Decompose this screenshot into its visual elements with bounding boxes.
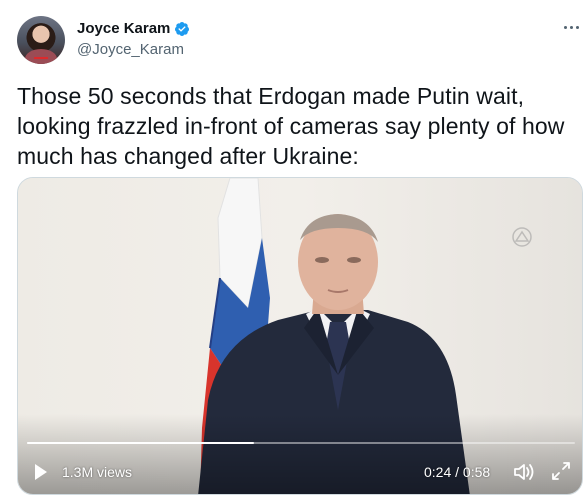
author-handle[interactable]: @Joyce_Karam: [77, 41, 184, 58]
fullscreen-icon[interactable]: [551, 461, 571, 481]
play-icon[interactable]: [34, 463, 48, 481]
controls-overlay: [18, 414, 582, 494]
avatar[interactable]: [17, 16, 65, 64]
author-display-name[interactable]: Joyce Karam: [77, 20, 170, 37]
view-count: 1.3M views: [62, 464, 133, 480]
more-options-icon[interactable]: [560, 20, 582, 34]
video-progress-fill: [27, 442, 254, 444]
video-player[interactable]: 1.3M views 0:24 / 0:58: [17, 177, 583, 495]
avatar-tag: [34, 57, 48, 59]
video-progress-bar[interactable]: [27, 442, 575, 444]
volume-icon[interactable]: [513, 462, 535, 482]
video-time: 0:24 / 0:58: [424, 464, 491, 480]
tweet-text: Those 50 seconds that Erdogan made Putin…: [17, 83, 565, 169]
verified-badge-icon: [174, 21, 190, 37]
author-name-row: Joyce Karam: [77, 20, 190, 37]
tweet[interactable]: Joyce Karam @Joyce_Karam Those 50 second…: [0, 0, 588, 501]
broadcaster-watermark-icon: [511, 226, 533, 248]
